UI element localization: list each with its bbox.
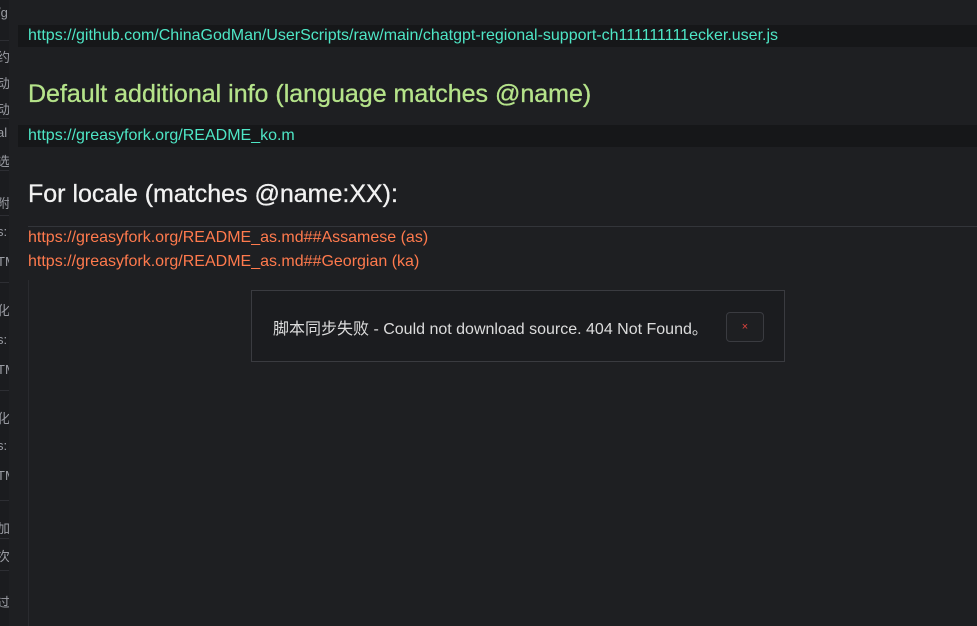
toast-message: 脚本同步失败 - Could not download source. 404 …: [273, 321, 708, 338]
left-sidebar-gutter: /g约动动al选附s:TM化s:TM化s:TM加次过: [0, 0, 9, 626]
sidebar-fragment: 过: [0, 595, 9, 610]
sidebar-fragment: 动: [0, 102, 9, 117]
sidebar-fragment: 化: [0, 303, 9, 318]
default-readme-link[interactable]: https://greasyfork.org/README_ko.m: [28, 125, 295, 147]
sidebar-separator: [0, 390, 9, 391]
sidebar-separator: [0, 215, 9, 216]
sidebar-separator: [0, 170, 9, 171]
sidebar-fragment: 选: [0, 154, 9, 169]
sidebar-separator: [0, 40, 9, 41]
sidebar-fragment: 次: [0, 549, 9, 564]
sidebar-fragment: s:: [0, 438, 8, 453]
sidebar-fragment: 化: [0, 411, 9, 426]
sidebar-fragment: s:: [0, 332, 8, 347]
sidebar-separator: [0, 282, 9, 283]
sidebar-separator: [0, 118, 9, 119]
vertical-rule: [28, 280, 29, 626]
toast-close-button[interactable]: ×: [726, 312, 764, 342]
sidebar-fragment: al: [0, 125, 8, 140]
sidebar-fragment: 约: [0, 50, 9, 65]
sidebar-separator: [0, 570, 9, 571]
sidebar-fragment: TM: [0, 468, 9, 483]
locale-link-assamese[interactable]: https://greasyfork.org/README_as.md##Ass…: [28, 227, 428, 249]
script-url-link[interactable]: https://github.com/ChinaGodMan/UserScrip…: [28, 25, 778, 47]
sync-error-toast: 脚本同步失败 - Could not download source. 404 …: [251, 290, 785, 362]
sidebar-separator: [0, 538, 9, 539]
sidebar-fragment: TM: [0, 254, 9, 269]
sidebar-fragment: 附: [0, 196, 9, 211]
sidebar-separator: [0, 500, 9, 501]
sidebar-fragment: 动: [0, 76, 9, 91]
sidebar-fragment: /g: [0, 5, 8, 20]
default-info-heading: Default additional info (language matche…: [28, 80, 592, 108]
locale-heading: For locale (matches @name:XX):: [28, 180, 398, 208]
sidebar-fragment: 加: [0, 521, 9, 536]
sidebar-fragment: s:: [0, 224, 8, 239]
sidebar-fragment: TM: [0, 362, 9, 377]
locale-link-georgian[interactable]: https://greasyfork.org/README_as.md##Geo…: [28, 251, 419, 273]
